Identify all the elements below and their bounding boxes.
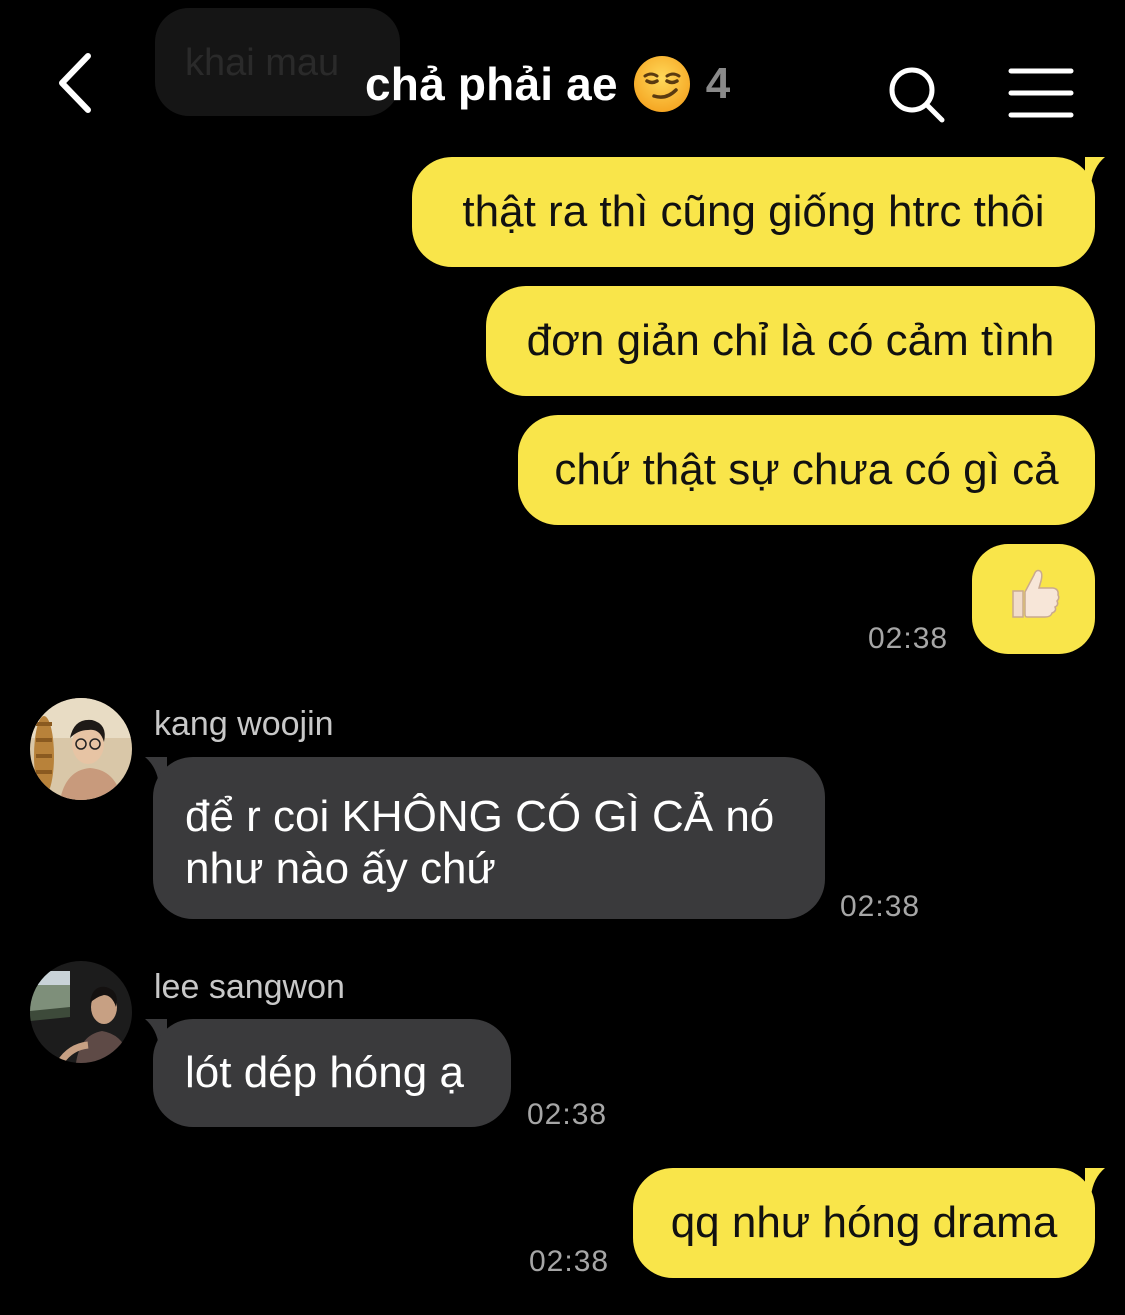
back-chevron-icon[interactable]: [50, 50, 110, 116]
message-text: đơn giản chỉ là có cảm tình: [526, 316, 1055, 365]
my-message-bubble[interactable]: chứ thật sự chưa có gì cả: [518, 415, 1095, 525]
bubble-tail: [1085, 157, 1105, 185]
sender-name: kang woojin: [154, 705, 334, 743]
message-time: 02:38: [527, 1098, 608, 1131]
my-message-bubble[interactable]: qq như hóng drama: [633, 1168, 1095, 1278]
menu-icon[interactable]: [1008, 66, 1074, 120]
my-message-bubble[interactable]: [972, 544, 1095, 654]
avatar-kang-woojin[interactable]: [30, 698, 132, 800]
message-text: để r coi KHÔNG CÓ GÌ CẢ nó như nào ấy ch…: [185, 792, 775, 893]
avatar-lee-sangwon[interactable]: [30, 961, 132, 1063]
bubble-tail: [1085, 1168, 1105, 1196]
chat-title: chả phải ae 4: [365, 52, 730, 116]
message-time: 02:38: [529, 1245, 610, 1278]
message-text: thật ra thì cũng giống htrc thôi: [462, 187, 1045, 236]
sender-name: lee sangwon: [154, 968, 345, 1006]
thumbs-up-icon: [1005, 565, 1063, 634]
search-icon[interactable]: [884, 62, 948, 126]
chat-title-text: chả phải ae: [365, 58, 618, 110]
message-time: 02:38: [840, 890, 921, 923]
other-message-bubble[interactable]: lót dép hóng ạ: [153, 1019, 511, 1127]
smirking-face-icon: [632, 54, 692, 114]
message-text: chứ thật sự chưa có gì cả: [554, 445, 1059, 494]
my-message-bubble[interactable]: thật ra thì cũng giống htrc thôi: [412, 157, 1095, 267]
other-message-bubble[interactable]: để r coi KHÔNG CÓ GÌ CẢ nó như nào ấy ch…: [153, 757, 825, 919]
faded-message-text: khai mau: [185, 42, 340, 84]
message-text: lót dép hóng ạ: [185, 1048, 464, 1097]
my-message-bubble[interactable]: đơn giản chỉ là có cảm tình: [486, 286, 1095, 396]
member-count: 4: [705, 59, 731, 108]
message-time: 02:38: [868, 622, 949, 655]
message-text: qq như hóng drama: [670, 1198, 1058, 1247]
